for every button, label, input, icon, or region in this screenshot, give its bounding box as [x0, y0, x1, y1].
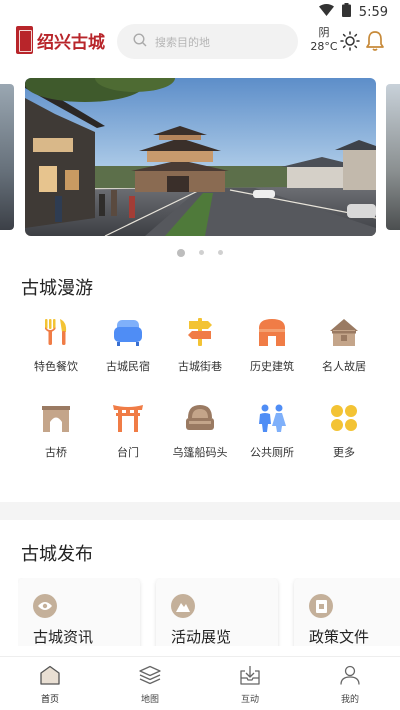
tour-item-historic-buildings[interactable]: 历史建筑: [236, 315, 308, 401]
tour-item-bridges[interactable]: 古桥: [20, 401, 92, 487]
carousel-indicator: [0, 248, 400, 257]
tour-item-boat-pier[interactable]: 乌篷船码头: [164, 401, 236, 487]
tour-item-streets[interactable]: 古城街巷: [164, 315, 236, 401]
restroom-icon: [255, 401, 289, 435]
signpost-icon: [183, 315, 217, 349]
tour-item-label: 更多: [333, 446, 355, 459]
tour-grid: 特色餐饮 古城民宿 古城街巷 历史建筑 名人故居 古桥 台门 乌篷船码头 公共厕…: [20, 315, 380, 487]
wifi-icon: [318, 4, 334, 20]
search-bar[interactable]: 搜索目的地: [117, 24, 298, 59]
nav-item-profile[interactable]: 我的: [300, 657, 400, 710]
home-icon: [39, 665, 61, 689]
seal-icon: [16, 26, 33, 54]
tour-item-homestay[interactable]: 古城民宿: [92, 315, 164, 401]
map-layers-icon: [139, 665, 161, 689]
profile-icon: [339, 665, 361, 689]
banner-prev-slide[interactable]: [0, 84, 14, 230]
more-icon: [327, 401, 361, 435]
fork-knife-icon: [39, 315, 73, 349]
weather-condition: 阴: [318, 26, 330, 39]
publish-card-events[interactable]: 活动展览: [156, 578, 278, 646]
publish-section-title: 古城发布: [21, 544, 93, 565]
tour-item-label: 古城民宿: [106, 360, 150, 373]
tour-item-label: 公共厕所: [250, 446, 294, 459]
publish-card-label: 政策文件: [309, 628, 370, 646]
bottom-nav: 首页 地图 互动 我的: [0, 656, 400, 710]
nav-item-interact[interactable]: 互动: [200, 657, 300, 710]
tour-item-gates[interactable]: 台门: [92, 401, 164, 487]
logo-text: 绍兴古城: [37, 32, 105, 53]
eye-icon: [33, 594, 57, 618]
carousel-dot-2[interactable]: [199, 250, 204, 255]
tour-item-label: 古城街巷: [178, 360, 222, 373]
bridge-icon: [39, 401, 73, 435]
search-icon: [133, 32, 147, 51]
sun-icon: [340, 31, 360, 55]
carousel-dot-3[interactable]: [218, 250, 223, 255]
carousel-dot-1[interactable]: [177, 248, 185, 257]
tour-item-label: 特色餐饮: [34, 360, 78, 373]
publish-card-news[interactable]: 古城资讯: [18, 578, 140, 646]
publish-card-policy[interactable]: 政策文件: [294, 578, 400, 646]
weather-temperature: 28°C: [310, 40, 338, 53]
nav-label: 首页: [40, 695, 59, 705]
boat-icon: [183, 401, 217, 435]
publish-card-label: 古城资讯: [33, 628, 94, 646]
section-divider: [0, 502, 400, 520]
app-logo: 绍兴古城: [16, 26, 105, 54]
app-header: 绍兴古城 搜索目的地 阴 28°C: [0, 22, 400, 62]
banner-carousel[interactable]: [0, 78, 400, 238]
banner-image[interactable]: [25, 78, 376, 236]
tour-item-label: 古桥: [45, 446, 67, 459]
publish-cards: 古城资讯 活动展览 政策文件: [18, 578, 400, 646]
nav-label: 互动: [240, 695, 259, 705]
tour-item-former-residences[interactable]: 名人故居: [308, 315, 380, 401]
nav-item-map[interactable]: 地图: [100, 657, 200, 710]
sofa-icon: [111, 315, 145, 349]
search-placeholder: 搜索目的地: [155, 35, 210, 49]
tour-item-restrooms[interactable]: 公共厕所: [236, 401, 308, 487]
tour-item-dining[interactable]: 特色餐饮: [20, 315, 92, 401]
tour-item-label: 历史建筑: [250, 360, 294, 373]
house-icon: [327, 315, 361, 349]
nav-item-home[interactable]: 首页: [0, 657, 100, 710]
status-time: 5:59: [358, 4, 388, 20]
publish-card-label: 活动展览: [171, 628, 232, 646]
nav-label: 我的: [340, 695, 359, 705]
battery-icon: [341, 3, 351, 21]
tour-item-label: 台门: [117, 446, 139, 459]
nav-label: 地图: [140, 695, 159, 705]
building-icon: [255, 315, 289, 349]
interact-icon: [239, 665, 261, 689]
bell-icon[interactable]: [365, 30, 385, 56]
tour-item-label: 名人故居: [322, 360, 366, 373]
mountain-icon: [171, 594, 195, 618]
status-bar: 5:59: [0, 0, 400, 22]
tour-section-title: 古城漫游: [21, 278, 93, 299]
gate-icon: [111, 401, 145, 435]
document-icon: [309, 594, 333, 618]
tour-item-label: 乌篷船码头: [172, 446, 228, 459]
weather-widget: 阴 28°C: [309, 26, 339, 54]
banner-next-slide[interactable]: [386, 84, 400, 230]
tour-item-more[interactable]: 更多: [308, 401, 380, 487]
